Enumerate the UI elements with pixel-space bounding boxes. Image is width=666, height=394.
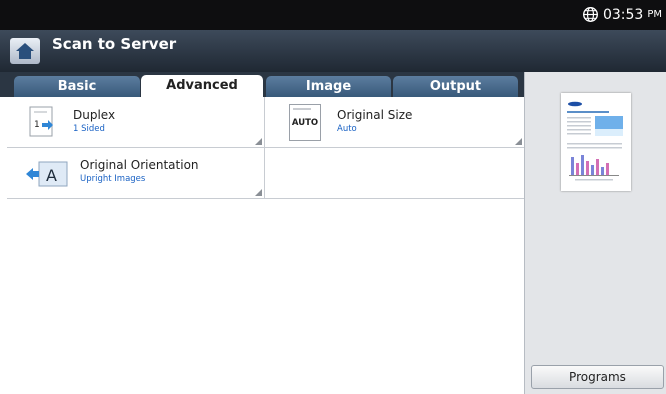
clock-ampm: PM	[647, 9, 662, 20]
tab-advanced[interactable]: Advanced	[141, 75, 263, 97]
svg-text:1: 1	[34, 120, 40, 130]
duplex-label: Duplex	[73, 108, 116, 122]
empty-option-slot	[265, 148, 524, 199]
status-bar: 03:53 PM	[0, 0, 666, 30]
page-title: Scan to Server	[52, 35, 177, 53]
document-thumbnail-image	[567, 101, 623, 181]
corner-arrow-icon	[515, 138, 522, 145]
title-bar: Scan to Server	[0, 30, 666, 72]
tab-output[interactable]: Output	[393, 76, 518, 97]
original-size-option[interactable]: AUTO Original Size Auto	[265, 97, 525, 148]
home-button[interactable]	[10, 38, 40, 64]
svg-text:A: A	[46, 166, 57, 185]
corner-arrow-icon	[255, 138, 262, 145]
original-orientation-label: Original Orientation	[80, 158, 199, 172]
original-size-value: Auto	[337, 124, 357, 134]
orientation-icon: A	[26, 161, 68, 187]
original-orientation-value: Upright Images	[80, 174, 146, 184]
duplex-option[interactable]: 1 Duplex 1 Sided	[7, 97, 265, 148]
corner-arrow-icon	[255, 189, 262, 196]
auto-badge: AUTO	[291, 118, 319, 128]
globe-icon	[582, 7, 598, 22]
duplex-icon: 1	[29, 106, 53, 137]
clock: 03:53 PM	[582, 6, 662, 23]
original-size-label: Original Size	[337, 108, 413, 122]
original-size-icon: AUTO	[289, 104, 321, 141]
programs-button[interactable]: Programs	[531, 365, 664, 389]
original-orientation-option[interactable]: A Original Orientation Upright Images	[7, 148, 265, 199]
home-icon	[16, 43, 34, 59]
preview-panel: Programs	[524, 72, 666, 394]
duplex-value: 1 Sided	[73, 124, 105, 134]
tab-strip: Basic Advanced Image Output	[0, 72, 524, 97]
options-panel: 1 Duplex 1 Sided AUTO Original Size Auto…	[7, 97, 525, 394]
document-preview	[561, 93, 631, 191]
tab-image[interactable]: Image	[266, 76, 391, 97]
clock-time: 03:53	[602, 6, 644, 23]
tab-basic[interactable]: Basic	[14, 76, 140, 97]
